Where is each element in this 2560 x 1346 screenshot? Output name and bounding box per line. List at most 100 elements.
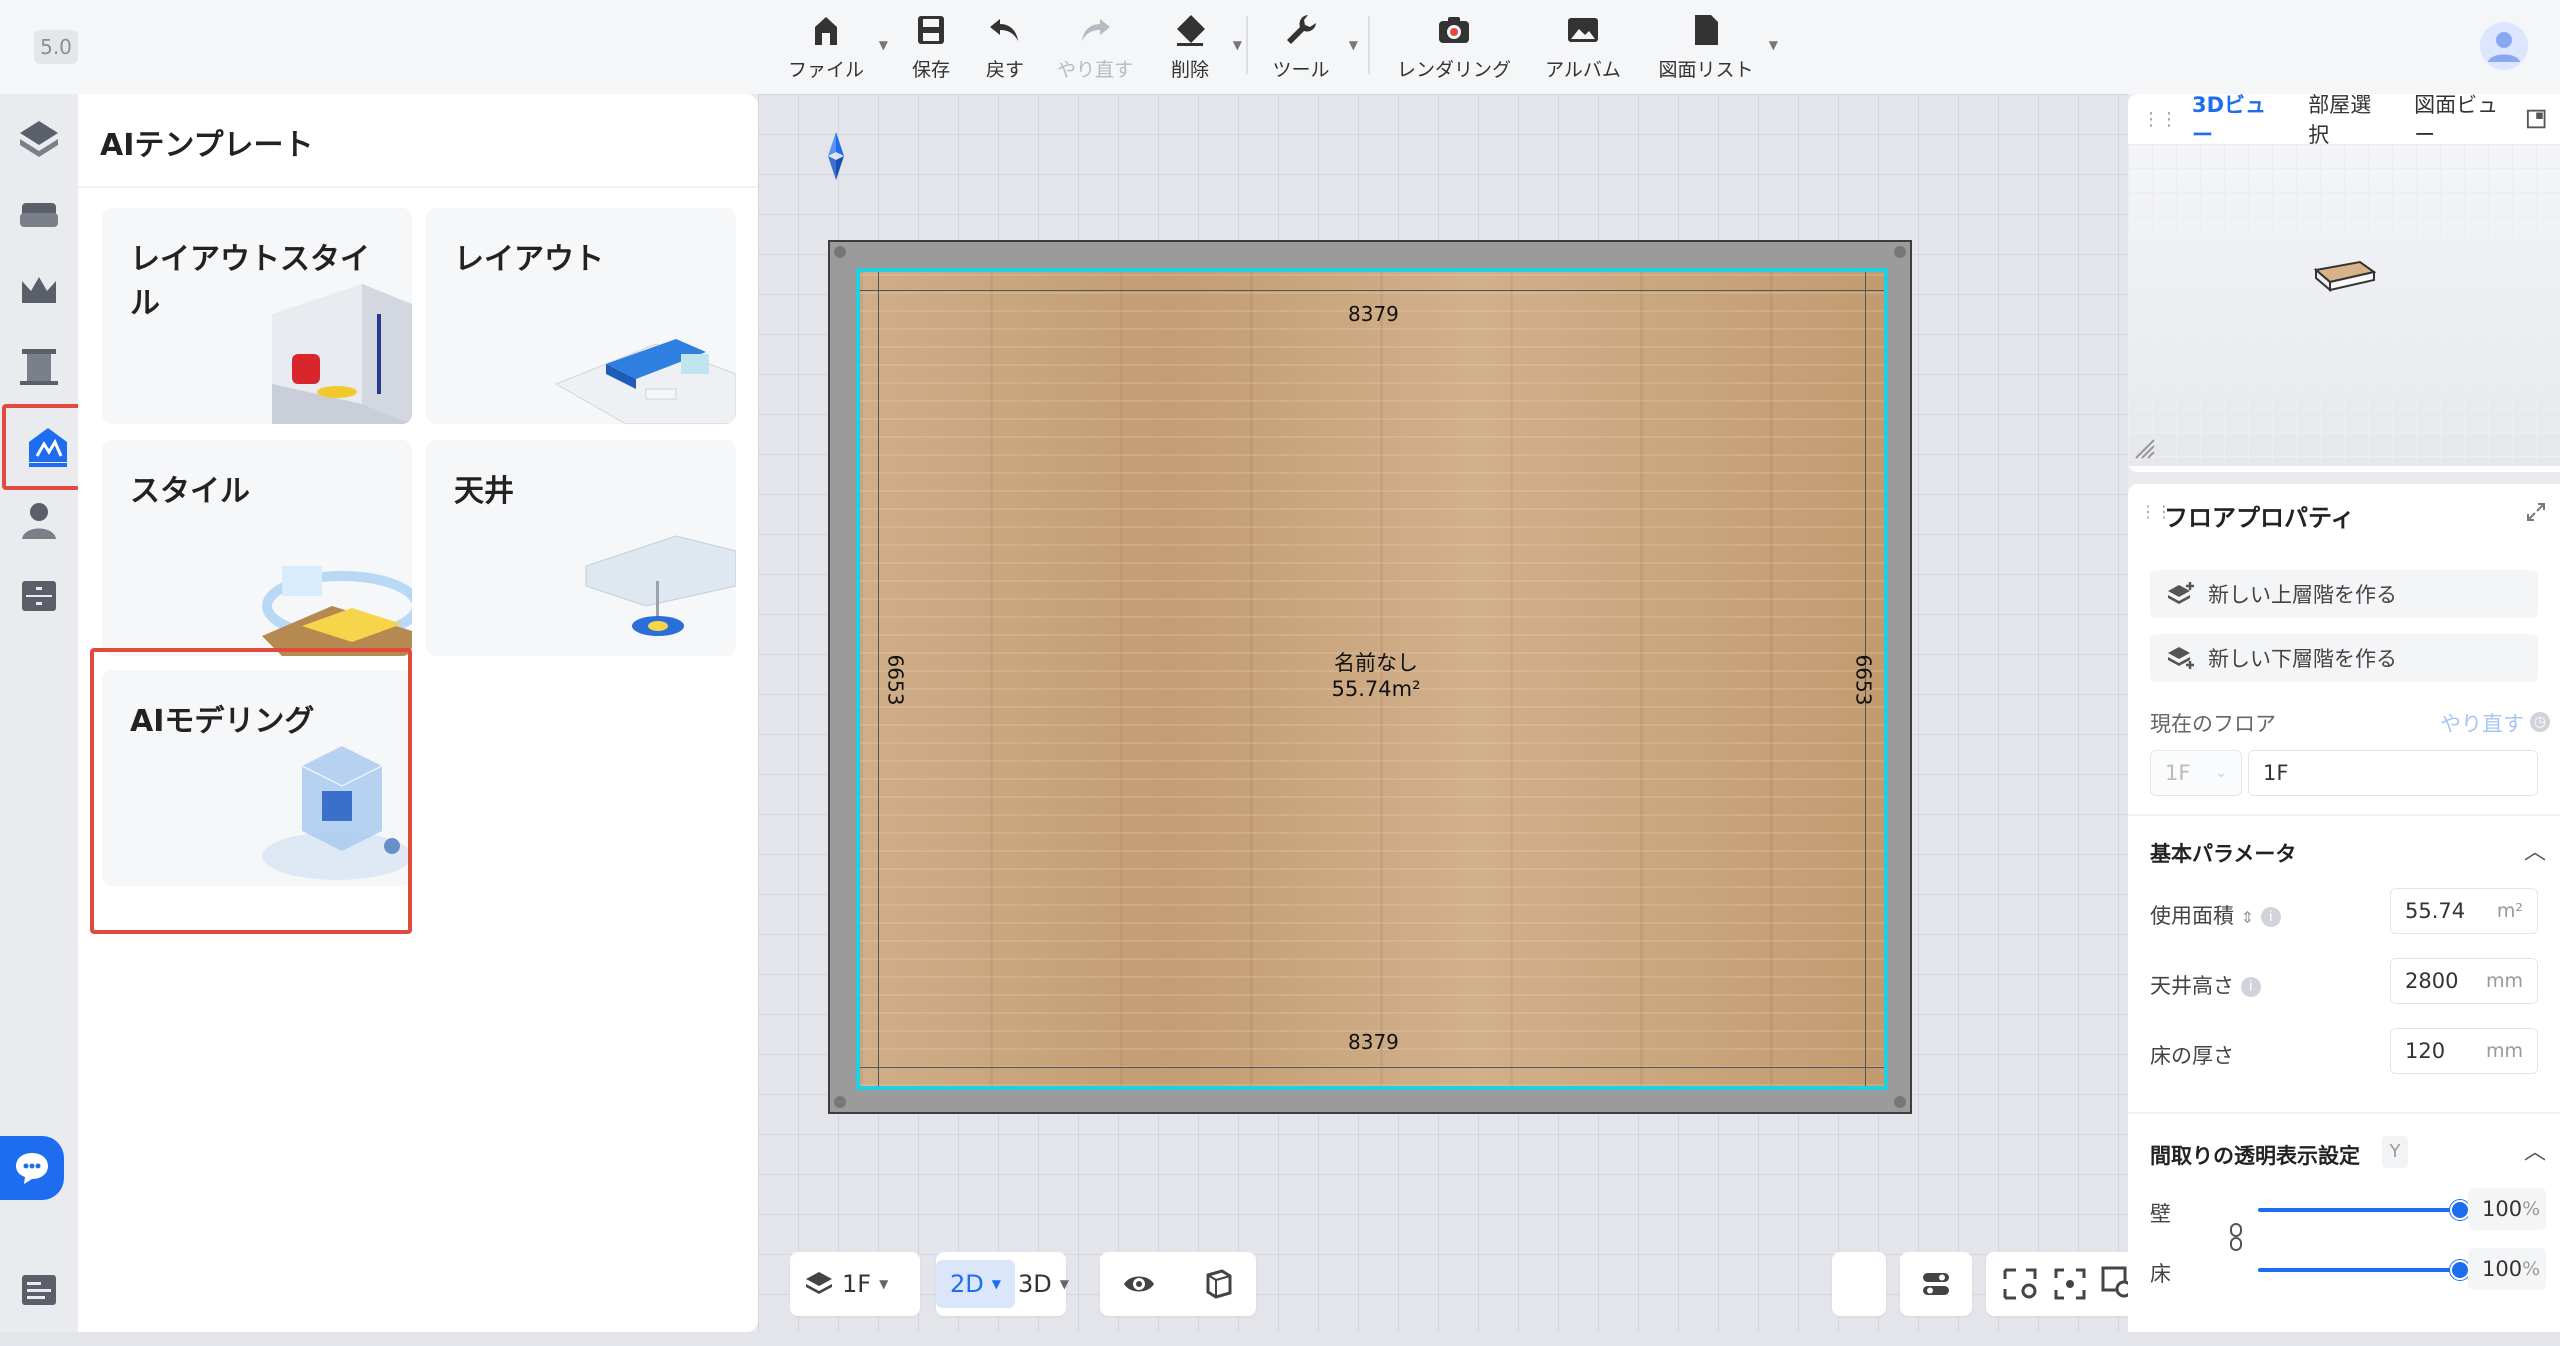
album-button[interactable]: アルバム xyxy=(1540,10,1626,82)
room-walls[interactable]: 8379 8379 6653 6653 名前なし 55.74m² xyxy=(828,240,1912,1114)
wall-corner-handle[interactable] xyxy=(1894,246,1906,258)
toggle-settings-button[interactable] xyxy=(1900,1252,1972,1316)
chat-button[interactable] xyxy=(0,1136,64,1200)
file-menu-button[interactable]: ファイル ▼ xyxy=(786,10,888,82)
rendering-button[interactable]: レンダリング xyxy=(1392,10,1516,82)
transparency-title: 間取りの透明表示設定 xyxy=(2150,1144,2360,1168)
chevron-up-icon[interactable]: ︿ xyxy=(2524,1134,2546,1166)
wall-corner-handle[interactable] xyxy=(834,246,846,258)
fit-view-icon[interactable] xyxy=(2053,1267,2087,1301)
home-icon xyxy=(815,17,837,45)
chevron-down-icon: ▼ xyxy=(1232,38,1242,52)
camera-icon xyxy=(1439,17,1469,43)
rail-item-doors[interactable] xyxy=(0,330,78,402)
layers-icon xyxy=(20,121,58,157)
room-label[interactable]: 名前なし 55.74m² xyxy=(860,650,1892,702)
bedroom-illustration-icon xyxy=(262,566,412,656)
view-3d-button[interactable]: 3D ▼ xyxy=(1004,1270,1083,1298)
wrench-icon xyxy=(1287,15,1316,44)
floor-thickness-input[interactable]: 120 mm xyxy=(2390,1028,2538,1074)
template-card-layout-style[interactable]: レイアウトスタイル xyxy=(102,208,412,424)
properties-title: フロアプロパティ xyxy=(2164,504,2355,532)
wall-corner-handle[interactable] xyxy=(1894,1096,1906,1108)
undo-button[interactable]: 戻す xyxy=(978,10,1032,82)
room-area: 55.74m² xyxy=(1331,677,1421,701)
display-tools xyxy=(1100,1252,1256,1316)
compass-icon[interactable] xyxy=(828,132,844,180)
floor-name-input[interactable]: 1F xyxy=(2248,750,2538,796)
resize-handle-icon[interactable] xyxy=(2132,436,2158,462)
link-icon[interactable] xyxy=(2228,1222,2244,1252)
info-icon[interactable]: i xyxy=(2240,977,2261,997)
chevron-down-icon: ⌄ xyxy=(2215,765,2227,781)
tab-room-select[interactable]: 部屋選択 xyxy=(2294,89,2400,149)
panel-title: AIテンプレート xyxy=(100,128,314,163)
template-card-layout[interactable]: レイアウト xyxy=(426,208,736,424)
card-label: レイアウト xyxy=(454,242,604,277)
drag-handle-icon[interactable]: ⋮⋮ xyxy=(2128,109,2178,130)
person-icon xyxy=(22,503,56,539)
ceiling-height-input[interactable]: 2800 mm xyxy=(2390,958,2538,1004)
eraser-icon xyxy=(1177,15,1205,46)
top-toolbar: 5.0 ファイル ▼ 保存 戻す やり直す 削除 ▼ ツール ▼ レンダリング … xyxy=(0,0,2560,94)
sort-icon[interactable]: ⇕ xyxy=(2241,908,2254,927)
rail-item-storage[interactable] xyxy=(0,560,78,632)
toolbar-divider xyxy=(1368,16,1370,74)
info-icon[interactable]: i xyxy=(2260,907,2281,927)
ai-template-panel: AIテンプレート レイアウトスタイル レイアウト スタイル 天井 AIモデリング xyxy=(78,94,758,1332)
area-label: 使用面積 ⇕ i xyxy=(2150,900,2281,930)
undo-icon xyxy=(990,19,1018,41)
popout-icon[interactable] xyxy=(2526,108,2546,130)
blank-tool-button[interactable] xyxy=(1832,1252,1886,1316)
floorplan-canvas[interactable]: 8379 8379 6653 6653 名前なし 55.74m² 1F ▼ 2D… xyxy=(758,94,2368,1332)
cube-view-icon[interactable] xyxy=(1200,1267,1234,1301)
wall-slider-knob[interactable] xyxy=(2450,1200,2470,1220)
room-floor[interactable]: 8379 8379 6653 6653 名前なし 55.74m² xyxy=(856,268,1888,1090)
rail-item-menu[interactable] xyxy=(0,1254,78,1326)
chevron-down-icon: ▼ xyxy=(1348,38,1358,52)
chevron-down-icon: ▼ xyxy=(1059,1277,1069,1291)
crown-icon xyxy=(22,277,56,303)
user-avatar[interactable] xyxy=(2480,22,2528,70)
user-icon xyxy=(2488,32,2520,62)
wall-opacity-input[interactable]: 100 % xyxy=(2468,1188,2546,1230)
history-icon[interactable]: ◷ xyxy=(2530,712,2550,732)
template-card-ai-modeling[interactable]: AIモデリング xyxy=(102,670,412,886)
tools-menu-button[interactable]: ツール ▼ xyxy=(1266,10,1358,82)
floor-opacity-input[interactable]: 100 % xyxy=(2468,1248,2546,1290)
3d-preview[interactable] xyxy=(2128,144,2560,466)
redo-button[interactable]: やり直す xyxy=(1050,10,1140,82)
rail-item-structure[interactable] xyxy=(0,102,78,174)
tab-plan-view[interactable]: 図面ビュー xyxy=(2400,89,2525,149)
floor-dropdown[interactable]: 1F ▼ xyxy=(790,1269,902,1299)
area-input[interactable]: 55.74 m² xyxy=(2390,888,2538,934)
card-label: スタイル xyxy=(130,474,250,509)
basic-params-title: 基本パラメータ xyxy=(2150,842,2297,866)
bottom-strip xyxy=(0,1332,2560,1346)
drawing-list-button[interactable]: 図面リスト ▼ xyxy=(1656,10,1778,82)
redo-floor-link[interactable]: やり直す xyxy=(2440,708,2524,738)
rail-item-people[interactable] xyxy=(0,484,78,556)
new-lower-floor-button[interactable]: 新しい下層階を作る xyxy=(2150,634,2538,682)
wall-opacity-slider[interactable] xyxy=(2258,1208,2460,1212)
delete-button[interactable]: 削除 ▼ xyxy=(1160,10,1242,82)
template-card-ceiling[interactable]: 天井 xyxy=(426,440,736,656)
view-tabs: ⋮⋮ 3Dビュー 部屋選択 図面ビュー xyxy=(2128,93,2560,147)
add-layer-up-icon xyxy=(2168,582,2194,604)
expand-icon[interactable] xyxy=(2526,502,2546,522)
eye-icon[interactable] xyxy=(1122,1267,1156,1301)
template-card-style[interactable]: スタイル xyxy=(102,440,412,656)
new-upper-floor-button[interactable]: 新しい上層階を作る xyxy=(2150,570,2538,618)
rail-item-premium[interactable] xyxy=(0,254,78,326)
floor-slider-knob[interactable] xyxy=(2450,1260,2470,1280)
floor-opacity-slider[interactable] xyxy=(2258,1268,2460,1272)
tab-3d-view[interactable]: 3Dビュー xyxy=(2178,89,2294,149)
save-button[interactable]: 保存 xyxy=(904,10,958,82)
chevron-up-icon[interactable]: ︿ xyxy=(2524,834,2546,866)
floor-properties-panel: ⋮⋮ フロアプロパティ 新しい上層階を作る 新しい下層階を作る 現在のフロア や… xyxy=(2128,484,2560,1332)
floor-selector[interactable]: 1F ▼ xyxy=(790,1252,920,1316)
wall-corner-handle[interactable] xyxy=(834,1096,846,1108)
rail-item-furniture[interactable] xyxy=(0,178,78,250)
floor-select[interactable]: 1F ⌄ xyxy=(2150,750,2242,796)
view-settings-icon[interactable] xyxy=(2002,1267,2040,1301)
